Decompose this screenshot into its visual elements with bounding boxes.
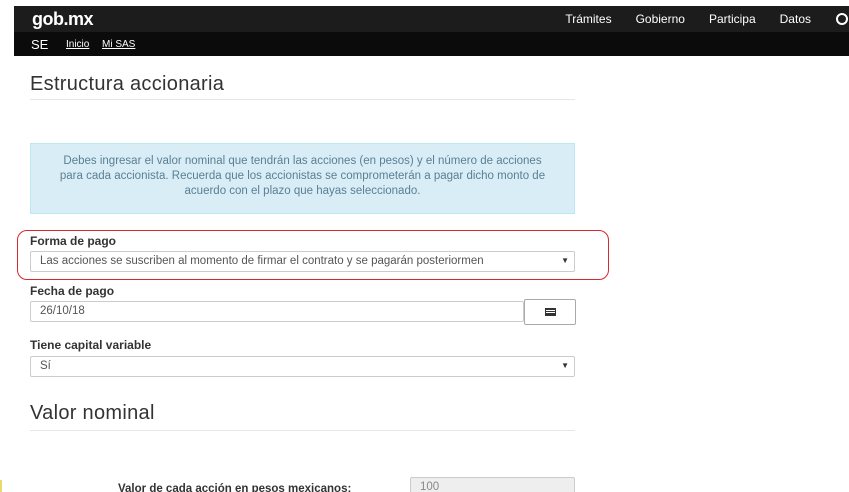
- top-nav-menu: Trámites Gobierno Participa Datos: [565, 6, 849, 32]
- link-inicio[interactable]: Inicio: [66, 39, 89, 50]
- edge-decoration: [0, 480, 2, 492]
- valor-accion-label: Valor de cada acción en pesos mexicanos:: [118, 483, 352, 492]
- nav-datos[interactable]: Datos: [780, 12, 811, 26]
- search-icon[interactable]: [835, 12, 849, 26]
- section-label: SE: [31, 37, 49, 52]
- capital-variable-value: Sí: [40, 360, 51, 372]
- divider: [30, 99, 575, 100]
- fecha-pago-input[interactable]: 26/10/18: [30, 301, 524, 322]
- divider: [30, 430, 575, 431]
- fecha-pago-label: Fecha de pago: [30, 284, 115, 298]
- nav-participa[interactable]: Participa: [709, 12, 756, 26]
- info-alert: Debes ingresar el valor nominal que tend…: [30, 143, 575, 214]
- forma-pago-value: Las acciones se suscriben al momento de …: [40, 255, 484, 267]
- valor-nominal-title: Valor nominal: [30, 402, 155, 424]
- chevron-down-icon: ▼: [561, 256, 569, 265]
- capital-variable-label: Tiene capital variable: [30, 338, 152, 352]
- nav-tramites[interactable]: Trámites: [565, 12, 611, 26]
- calendar-icon: [544, 308, 556, 316]
- link-mi-sas[interactable]: Mi SAS: [102, 39, 135, 50]
- top-navbar: gob.mx Trámites Gobierno Participa Datos: [14, 6, 849, 32]
- estructura-accionaria-title: Estructura accionaria: [30, 73, 225, 95]
- valor-accion-input[interactable]: 100: [410, 477, 575, 492]
- sub-navbar: SE Inicio Mi SAS: [14, 32, 849, 56]
- calendar-button[interactable]: [524, 299, 576, 325]
- forma-pago-select[interactable]: Las acciones se suscriben al momento de …: [30, 251, 575, 272]
- chevron-down-icon: ▼: [561, 361, 569, 370]
- gobmx-logo[interactable]: gob.mx: [32, 9, 94, 30]
- capital-variable-select[interactable]: Sí ▼: [30, 356, 575, 377]
- nav-gobierno[interactable]: Gobierno: [636, 12, 685, 26]
